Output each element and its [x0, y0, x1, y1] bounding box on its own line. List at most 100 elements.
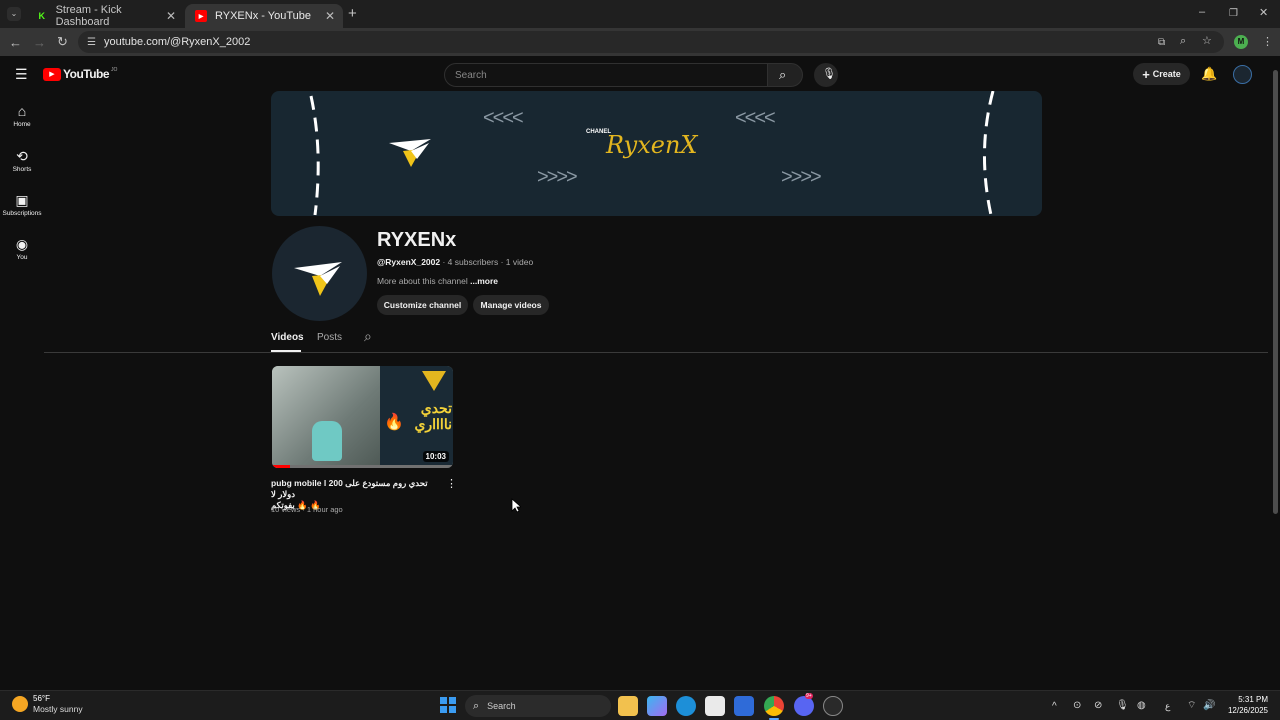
fire-icon: 🔥	[384, 414, 404, 431]
video-thumbnail[interactable]: تحدي نااااري 🔥 10:03	[272, 366, 453, 468]
page-scrollbar[interactable]	[1270, 60, 1280, 690]
channel-banner: <<<< <<<< >>>> >>>> CHANEL RyxenX	[271, 91, 1042, 216]
tabs-divider	[44, 352, 1268, 353]
video-more-options-icon[interactable]: ⋮	[446, 478, 457, 491]
tab-title: RYXENx - YouTube	[215, 10, 312, 22]
manage-videos-button[interactable]: Manage videos	[473, 295, 549, 315]
maximize-icon[interactable]: ❐	[1229, 7, 1238, 20]
channel-search-icon[interactable]: ⌕	[364, 329, 372, 343]
windows-taskbar: 56°F Mostly sunny ⌕ Search 9+ ^ ⊙ ⊘ 🎙 ◍ …	[0, 690, 1280, 720]
region-code: JO	[111, 67, 118, 73]
zoom-icon[interactable]: ⌕	[1180, 35, 1186, 48]
start-button[interactable]	[440, 697, 456, 713]
about-text: More about this channel	[377, 276, 468, 286]
input-language[interactable]: ع	[1165, 700, 1170, 713]
site-info-icon[interactable]: ☰	[87, 36, 96, 49]
browser-tab-strip: ⌄ K Stream - Kick Dashboard ✕ ▶ RYXENx -…	[0, 0, 1280, 28]
tab-posts[interactable]: Posts	[317, 332, 342, 343]
thumbnail-player	[312, 421, 342, 461]
profile-avatar[interactable]: M	[1234, 35, 1248, 49]
channel-meta: @RyxenX_2002 · 4 subscribers · 1 video	[377, 257, 533, 267]
tab-label: Posts	[317, 332, 343, 343]
voice-search-button[interactable]: 🎙	[814, 63, 838, 87]
youtube-logo-icon: ▶	[43, 67, 61, 81]
reload-icon[interactable]: ↻	[57, 35, 68, 48]
discord-icon[interactable]	[794, 696, 814, 716]
store-icon[interactable]	[705, 696, 725, 716]
volume-icon[interactable]: 🔊	[1203, 699, 1215, 712]
sidebar-item-subscriptions[interactable]: ▣ Subscriptions	[0, 192, 44, 217]
discord-badge: 9+	[805, 693, 813, 699]
scrollbar-thumb[interactable]	[1273, 70, 1278, 514]
video-duration-badge: 10:03	[422, 451, 449, 462]
address-bar[interactable]: ☰ youtube.com/@RyxenX_2002 ⧉ ⌕ ☆	[78, 31, 1224, 53]
file-explorer-icon[interactable]	[618, 696, 638, 716]
profile-initial: M	[1237, 37, 1245, 46]
weather-text: 56°F Mostly sunny	[33, 694, 83, 714]
banner-logo-icon	[389, 139, 431, 167]
sidebar-item-home[interactable]: ⌂ Home	[0, 103, 44, 128]
clock[interactable]: 5:31 PM 12/26/2025	[1222, 694, 1268, 716]
tray-mic-icon[interactable]: 🎙	[1116, 699, 1129, 712]
tab-youtube[interactable]: ▶ RYXENx - YouTube ✕	[185, 4, 343, 28]
show-hidden-icons-icon[interactable]: ^	[1052, 700, 1057, 713]
create-button[interactable]: + Create	[1133, 63, 1190, 85]
obs-icon[interactable]	[823, 696, 843, 716]
taskbar-search[interactable]: ⌕ Search	[465, 695, 611, 717]
search-placeholder: Search	[455, 70, 487, 81]
bookmark-star-icon[interactable]: ☆	[1202, 35, 1212, 48]
tray-vpn-icon[interactable]: ◍	[1137, 699, 1146, 712]
taskbar-search-label: Search	[487, 701, 516, 711]
minimize-icon[interactable]: –	[1199, 6, 1205, 19]
search-button[interactable]: ⌕	[767, 63, 803, 87]
tab-label: Videos	[271, 332, 304, 343]
youtube-page: ☰ ▶ YouTube JO Search ⌕ 🎙 + Create 🔔 ⌂ H…	[0, 56, 1280, 690]
search-input[interactable]: Search	[444, 63, 768, 87]
create-label: Create	[1152, 69, 1181, 79]
tab-kick-dashboard[interactable]: K Stream - Kick Dashboard ✕	[26, 4, 184, 28]
more-link[interactable]: ...more	[470, 276, 498, 286]
channel-avatar[interactable]	[272, 226, 367, 321]
tray-network-off-icon[interactable]: ⊘	[1094, 699, 1102, 712]
customize-channel-button[interactable]: Customize channel	[377, 295, 468, 315]
sidebar-item-label: Shorts	[12, 166, 32, 173]
mouse-cursor-icon	[511, 498, 521, 513]
tab-search-icon[interactable]: ⌄	[7, 7, 21, 21]
video-title-line: pubg mobile l تحدي روم مستودع على 200 دو…	[271, 478, 428, 499]
tab-videos[interactable]: Videos	[271, 332, 304, 343]
new-tab-icon[interactable]: +	[348, 6, 357, 21]
edge-icon[interactable]	[676, 696, 696, 716]
weather-widget[interactable]: 56°F Mostly sunny	[12, 694, 83, 714]
copilot-icon[interactable]	[647, 696, 667, 716]
you-icon: ◉	[15, 236, 29, 252]
forward-icon[interactable]: →	[33, 36, 46, 49]
video-meta: 10 views · 1 hour ago	[271, 505, 343, 514]
tray-app-icon[interactable]: ⊙	[1073, 699, 1081, 712]
back-icon[interactable]: ←	[9, 36, 22, 49]
temperature: 56°F	[33, 694, 50, 703]
sidebar-item-shorts[interactable]: ⟲ Shorts	[0, 148, 44, 173]
clock-date: 12/26/2025	[1227, 706, 1268, 715]
close-window-icon[interactable]: ✕	[1259, 7, 1268, 20]
close-tab-icon[interactable]: ✕	[166, 9, 176, 23]
guide-menu-icon[interactable]: ☰	[15, 67, 28, 81]
close-tab-icon[interactable]: ✕	[325, 9, 335, 23]
browser-menu-icon[interactable]: ⋮	[1262, 36, 1273, 49]
chrome-icon[interactable]	[764, 696, 784, 716]
subscriptions-icon: ▣	[15, 192, 29, 208]
channel-about[interactable]: More about this channel ...more	[377, 276, 498, 286]
sidebar-item-label: Home	[13, 121, 31, 128]
windows-logo-icon	[440, 706, 447, 713]
youtube-favicon-icon: ▶	[195, 10, 207, 22]
weather-condition: Mostly sunny	[33, 704, 83, 714]
account-avatar[interactable]	[1233, 65, 1252, 84]
youtube-logo[interactable]: ▶ YouTube JO	[43, 67, 117, 81]
plus-icon: +	[1142, 66, 1150, 82]
notifications-bell-icon[interactable]: 🔔	[1201, 67, 1217, 80]
wifi-icon[interactable]: ⌔	[1187, 699, 1196, 712]
banner-brand-text: RyxenX	[606, 131, 698, 159]
sidebar-item-you[interactable]: ◉ You	[0, 236, 44, 261]
search-icon: ⌕	[779, 67, 787, 82]
mail-icon[interactable]	[734, 696, 754, 716]
cast-icon[interactable]: ⧉	[1158, 36, 1165, 49]
